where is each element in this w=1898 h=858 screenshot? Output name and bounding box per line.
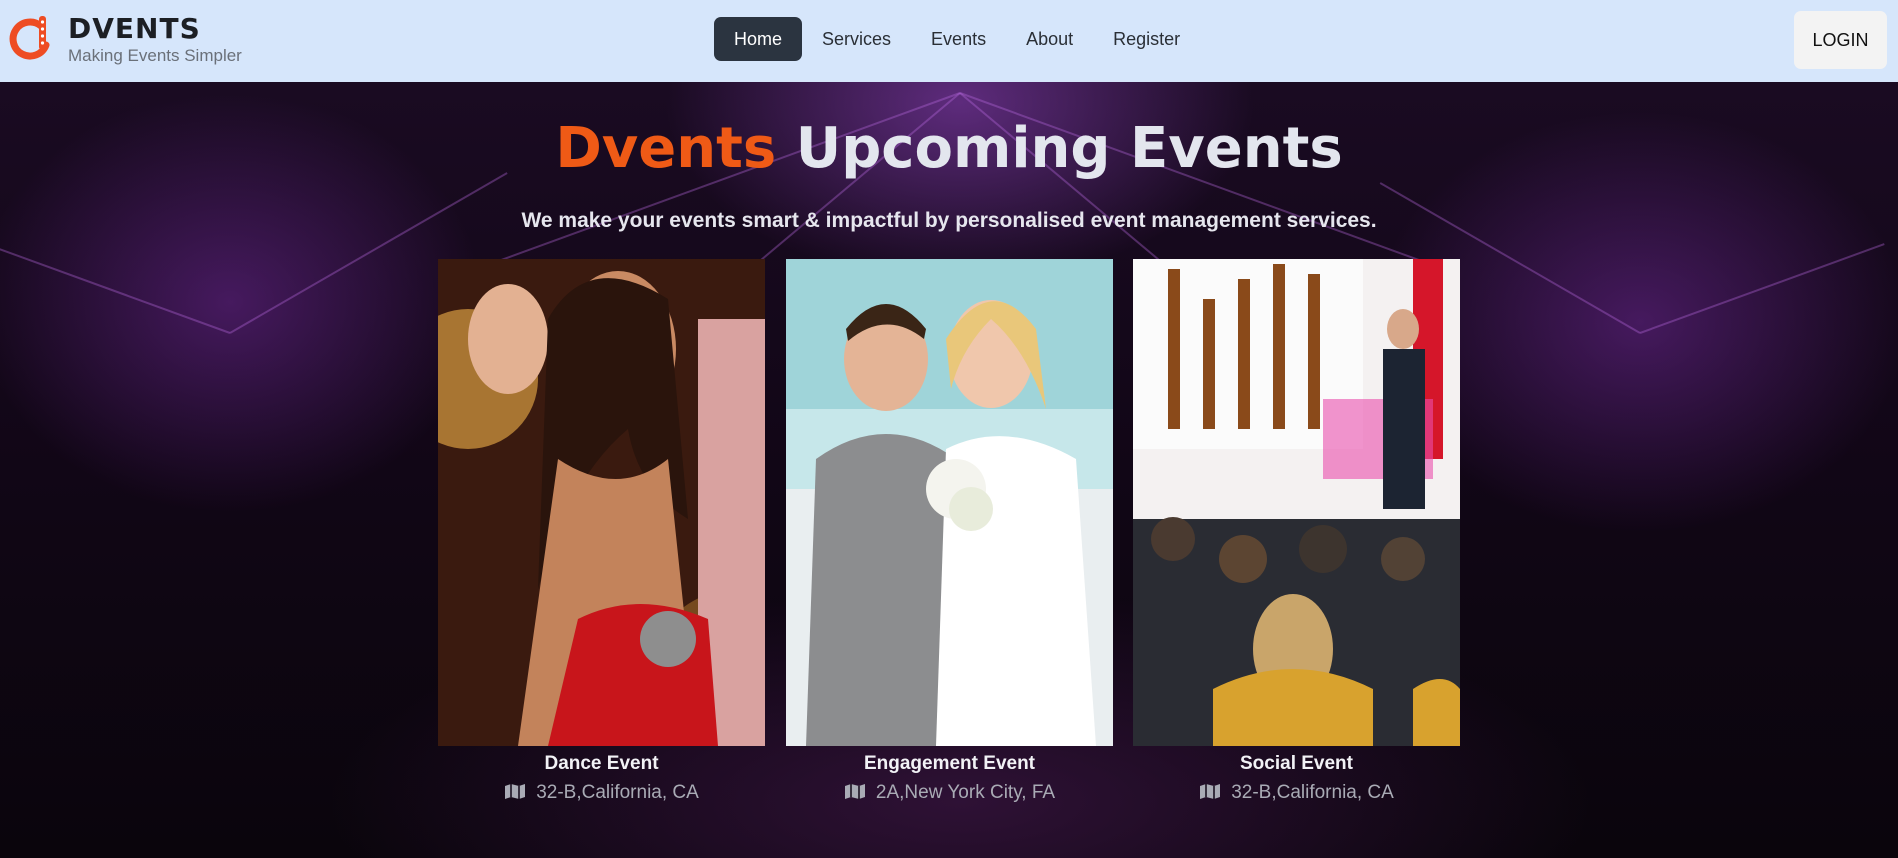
- dvents-logo-icon: [9, 16, 50, 60]
- map-icon: [505, 784, 526, 799]
- event-location: 2A,New York City, FA: [786, 782, 1113, 804]
- brand-name: DVENTS: [68, 12, 201, 45]
- map-icon: [844, 784, 865, 799]
- event-name: Dance Event: [544, 753, 659, 774]
- hero-title-rest: Upcoming Events: [795, 116, 1343, 181]
- dance-event-photo: [438, 259, 765, 746]
- event-location-text: 32-B,California, CA: [1231, 782, 1394, 803]
- hero-title: Dvents Upcoming Events: [0, 116, 1898, 181]
- event-card[interactable]: Engagement Event 2A,New York City, FA: [786, 259, 1113, 803]
- hero-title-accent: Dvents: [555, 116, 777, 181]
- hero-section: Dvents Upcoming Events We make your even…: [0, 82, 1898, 858]
- nav-services[interactable]: Services: [802, 17, 911, 61]
- nav-events[interactable]: Events: [911, 17, 1006, 61]
- hero-subtitle: We make your events smart & impactful by…: [521, 209, 1377, 232]
- brand[interactable]: DVENTS Making Events Simpler: [8, 10, 248, 70]
- brand-tagline: Making Events Simpler: [68, 46, 242, 65]
- main-nav: Home Services Events About Register: [714, 17, 1200, 61]
- event-location-text: 2A,New York City, FA: [875, 782, 1056, 803]
- engagement-event-photo: [786, 259, 1113, 746]
- social-event-photo: [1133, 259, 1460, 746]
- event-location: 32-B,California, CA: [1133, 782, 1460, 804]
- event-cards: Dance Event 32-B,California, CA Engageme…: [438, 259, 1462, 803]
- event-name: Engagement Event: [863, 753, 1036, 774]
- map-icon: [1200, 784, 1221, 799]
- event-card[interactable]: Social Event 32-B,California, CA: [1133, 259, 1460, 803]
- nav-about[interactable]: About: [1006, 17, 1093, 61]
- navbar: DVENTS Making Events Simpler Home Servic…: [0, 0, 1898, 82]
- nav-register[interactable]: Register: [1093, 17, 1200, 61]
- event-location-text: 32-B,California, CA: [536, 782, 699, 803]
- login-button[interactable]: LOGIN: [1794, 11, 1887, 69]
- event-card[interactable]: Dance Event 32-B,California, CA: [438, 259, 765, 803]
- event-name: Social Event: [1240, 753, 1353, 774]
- event-location: 32-B,California, CA: [438, 782, 765, 804]
- nav-home[interactable]: Home: [714, 17, 803, 61]
